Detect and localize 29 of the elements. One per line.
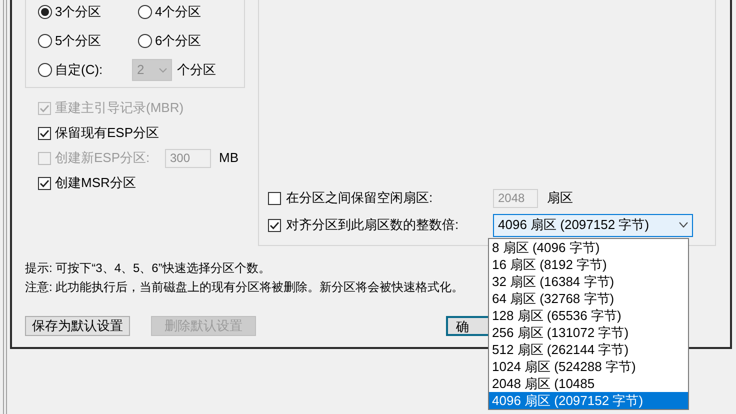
hint-text: 注意: 此功能执行后，当前磁盘上的现有分区将被删除。新分区将会被快速格式化。 <box>25 279 464 296</box>
radio-button[interactable] <box>38 34 52 48</box>
checkbox-label: 在分区之间保留空闲扇区: <box>286 189 434 208</box>
radio-button[interactable] <box>38 5 52 19</box>
unit-label: MB <box>219 149 238 168</box>
dropdown-option[interactable]: 4096 扇区 (2097152 字节) <box>489 392 688 409</box>
radio-label: 5个分区 <box>55 32 102 50</box>
radio-button[interactable] <box>138 34 152 48</box>
checkbox[interactable] <box>38 176 51 190</box>
checkbox-label: 重建主引导记录(MBR) <box>55 99 184 118</box>
checkbox[interactable] <box>38 126 51 140</box>
button[interactable]: 确 <box>446 316 488 336</box>
chevron-icon <box>679 222 688 228</box>
checkbox-label: 创建新ESP分区: <box>55 149 151 168</box>
radio-label: 自定(C): <box>55 61 104 80</box>
checkbox[interactable] <box>268 218 281 232</box>
unit-label: 扇区 <box>547 189 573 208</box>
checkbox-label: 保留现有ESP分区 <box>55 124 160 142</box>
dropdown[interactable]: 4096 扇区 (2097152 字节) <box>493 214 693 236</box>
checkbox-label: 创建MSR分区 <box>55 174 136 192</box>
hint-text: 提示: 可按下“3、4、5、6”快速选择分区个数。 <box>25 260 270 277</box>
radio-label: 3个分区 <box>55 3 102 22</box>
radio-label: 4个分区 <box>155 3 202 22</box>
radio-button[interactable] <box>138 5 152 19</box>
checkbox-label: 对齐分区到此扇区数的整数倍: <box>286 216 460 234</box>
chevron-icon <box>159 68 167 72</box>
radio-label: 6个分区 <box>155 32 202 50</box>
button[interactable]: 保存为默认设置 <box>25 316 130 336</box>
unit-label: 个分区 <box>177 61 216 80</box>
